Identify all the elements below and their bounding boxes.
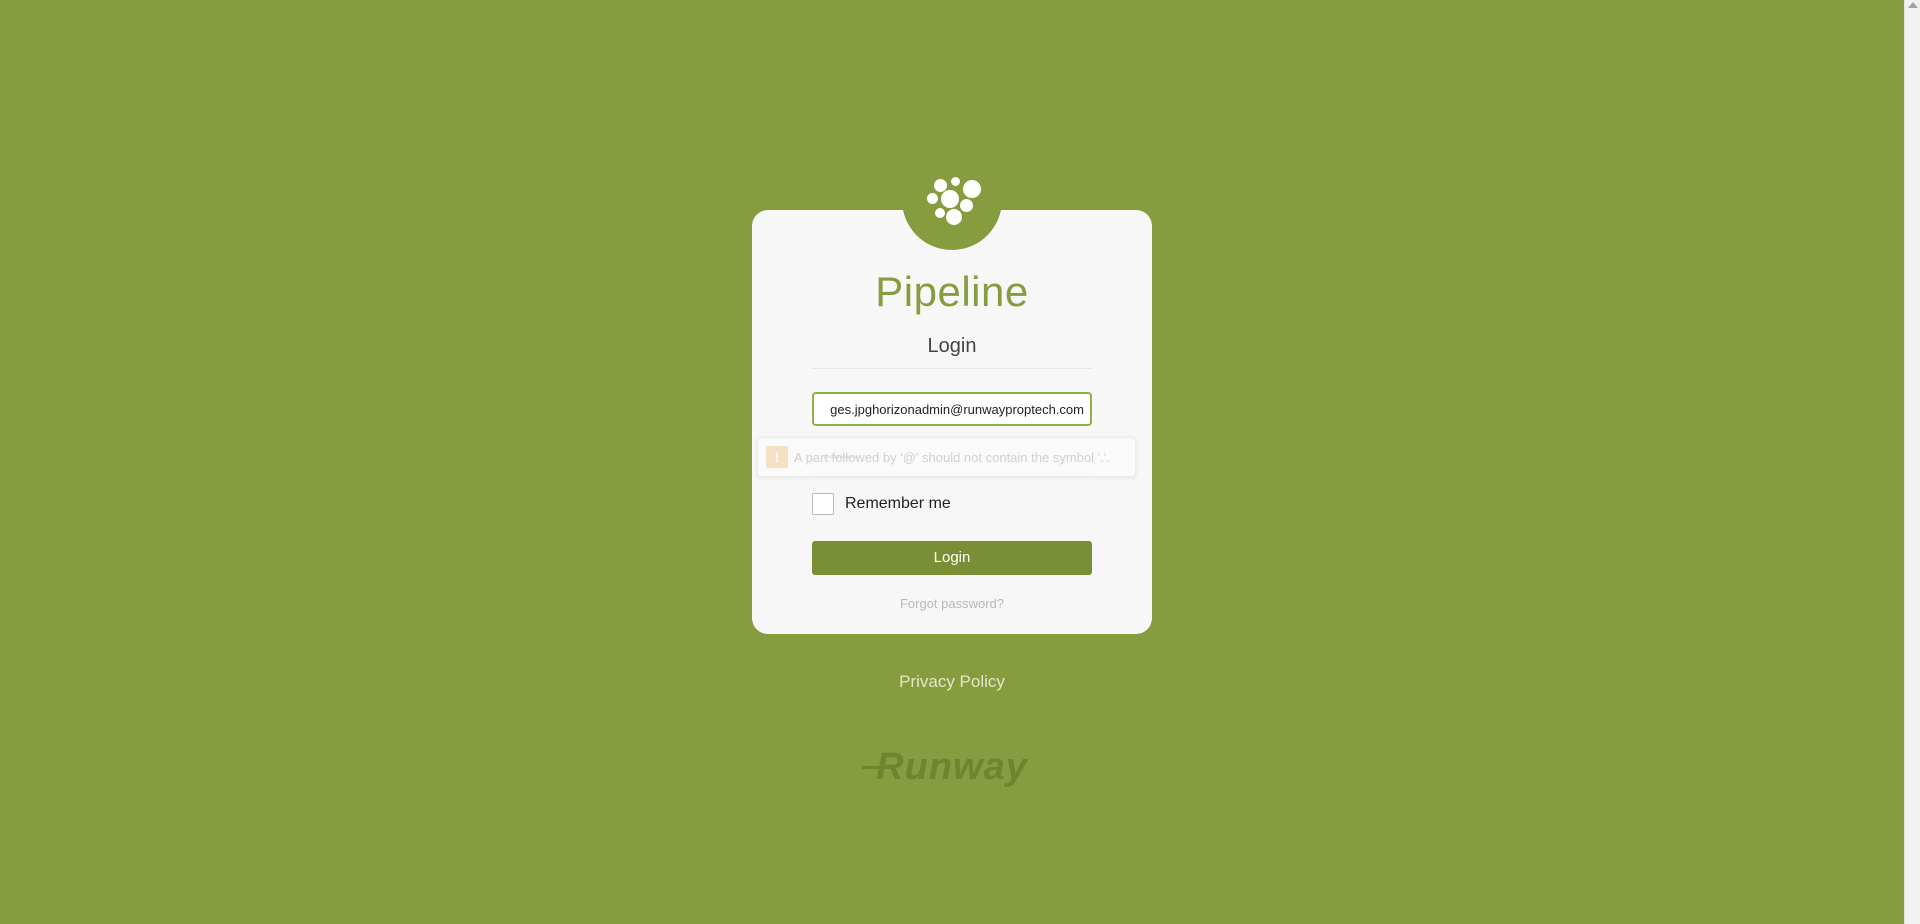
- runway-logo: Runway: [876, 746, 1028, 788]
- validation-tooltip: ! A part followed by '@' should not cont…: [757, 437, 1136, 477]
- page-scrollbar[interactable]: [1904, 0, 1920, 924]
- warning-icon: !: [766, 446, 788, 468]
- scroll-up-arrow-icon[interactable]: [1908, 2, 1918, 8]
- privacy-policy-link[interactable]: Privacy Policy: [752, 672, 1152, 692]
- app-brand-title: Pipeline: [875, 268, 1029, 315]
- bubbles-logo-icon: [920, 175, 990, 235]
- login-heading: Login: [927, 335, 977, 357]
- email-input[interactable]: [812, 392, 1092, 426]
- remember-me-checkbox[interactable]: [812, 493, 834, 515]
- validation-message: A part followed by '@' should not contai…: [794, 450, 1110, 465]
- forgot-password-link[interactable]: Forgot password?: [752, 596, 1152, 611]
- remember-me-label[interactable]: Remember me: [845, 495, 951, 513]
- login-button[interactable]: Login: [812, 541, 1092, 575]
- heading-divider: [812, 368, 1092, 369]
